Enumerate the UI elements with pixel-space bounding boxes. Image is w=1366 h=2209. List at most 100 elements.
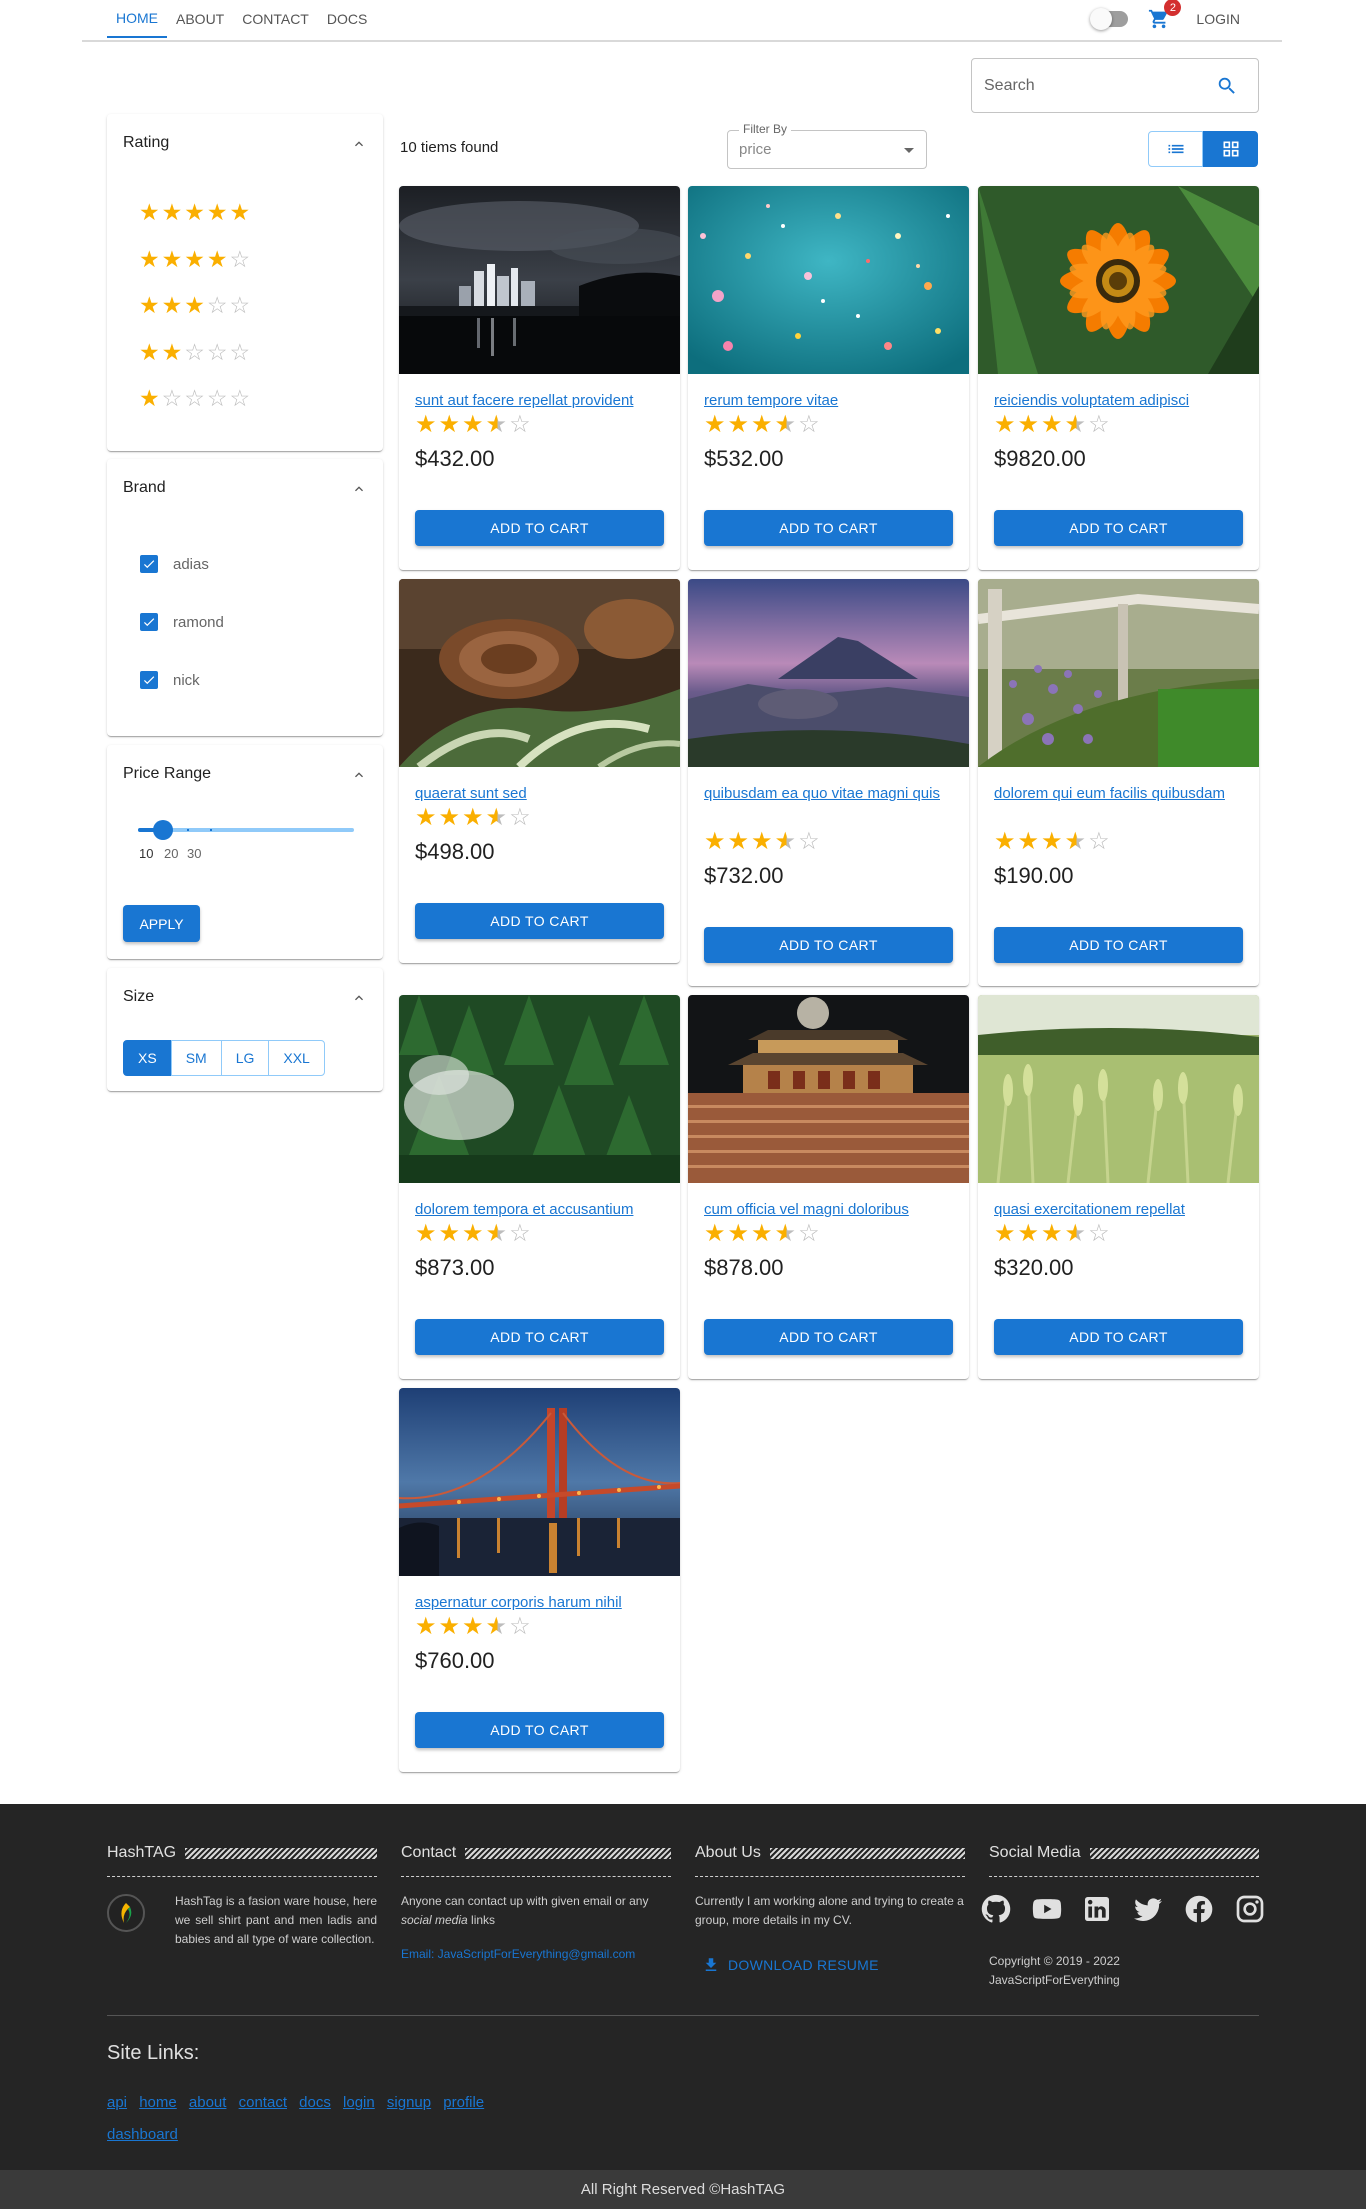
add-to-cart-button[interactable]: Add to cart bbox=[415, 1712, 664, 1748]
cart-button[interactable]: 2 bbox=[1148, 0, 1182, 31]
theme-toggle[interactable] bbox=[1090, 8, 1129, 30]
nav-home[interactable]: Home bbox=[107, 0, 167, 38]
checkbox[interactable] bbox=[140, 555, 158, 573]
site-link-docs[interactable]: docs bbox=[299, 2094, 331, 2111]
site-link-signup[interactable]: signup bbox=[387, 2094, 431, 2111]
site-link-profile[interactable]: profile bbox=[443, 2094, 484, 2111]
add-to-cart-button[interactable]: Add to cart bbox=[415, 903, 664, 939]
chevron-up-icon[interactable] bbox=[351, 990, 367, 1006]
size-option-xs[interactable]: XS bbox=[123, 1040, 172, 1076]
rating-option-2[interactable]: ★★ ☆☆☆ bbox=[139, 340, 252, 364]
add-to-cart-button[interactable]: Add to cart bbox=[415, 510, 664, 546]
brand-filter-title: Brand bbox=[123, 479, 166, 496]
product-title-link[interactable]: quaerat sunt sed bbox=[415, 782, 670, 806]
product-title-link[interactable]: quasi exercitationem repellat bbox=[994, 1198, 1249, 1222]
brand-option-adias[interactable]: adias bbox=[140, 555, 209, 573]
product-image[interactable] bbox=[399, 579, 680, 767]
product-image[interactable] bbox=[688, 186, 969, 374]
site-link-login[interactable]: login bbox=[343, 2094, 375, 2111]
chevron-up-icon[interactable] bbox=[351, 481, 367, 497]
price-range-panel: Price Range 10 20 30 Apply bbox=[107, 745, 383, 959]
add-to-cart-button[interactable]: Add to cart bbox=[415, 1319, 664, 1355]
product-title-link[interactable]: dolorem tempora et accusantium bbox=[415, 1198, 670, 1222]
twitter-icon[interactable] bbox=[1132, 1892, 1183, 1926]
product-title-link[interactable]: rerum tempore vitae bbox=[704, 389, 959, 413]
check-icon bbox=[143, 618, 155, 627]
size-option-sm[interactable]: SM bbox=[170, 1040, 222, 1076]
search-input[interactable] bbox=[984, 59, 1204, 112]
add-to-cart-button[interactable]: Add to cart bbox=[704, 510, 953, 546]
github-icon[interactable] bbox=[979, 1892, 1030, 1926]
add-to-cart-button[interactable]: Add to cart bbox=[704, 927, 953, 963]
slider-thumb[interactable] bbox=[153, 820, 173, 840]
add-to-cart-button[interactable]: Add to cart bbox=[994, 1319, 1243, 1355]
size-option-xxl[interactable]: XXL bbox=[268, 1040, 325, 1076]
contact-text-after: links bbox=[471, 1913, 496, 1927]
login-button[interactable]: Login bbox=[1188, 5, 1248, 33]
footer-email-link[interactable]: Email: JavaScriptForEverything@gmail.com bbox=[401, 1945, 635, 1964]
size-option-lg[interactable]: LG bbox=[220, 1040, 270, 1076]
product-title-link[interactable]: sunt aut facere repellat provident bbox=[415, 389, 670, 413]
size-filter-title: Size bbox=[123, 988, 155, 1005]
product-image[interactable] bbox=[688, 995, 969, 1183]
filter-by-label: Filter By bbox=[739, 122, 792, 136]
rating-option-1[interactable]: ★ ☆☆☆☆ bbox=[139, 386, 252, 410]
price-slider[interactable] bbox=[138, 820, 354, 840]
product-price: $320.00 bbox=[994, 1255, 1074, 1280]
site-link-contact[interactable]: contact bbox=[239, 2094, 287, 2111]
list-view-button[interactable] bbox=[1148, 131, 1203, 167]
instagram-icon[interactable] bbox=[1234, 1892, 1285, 1926]
hashtag-logo[interactable] bbox=[107, 1894, 145, 1932]
product-title-link[interactable]: quibusdam ea quo vitae magni quis bbox=[704, 782, 959, 806]
apply-button[interactable]: Apply bbox=[123, 905, 200, 942]
download-resume-button[interactable]: Download Resume bbox=[702, 1956, 879, 1974]
add-to-cart-button[interactable]: Add to cart bbox=[994, 927, 1243, 963]
site-link-about[interactable]: about bbox=[189, 2094, 227, 2111]
checkbox[interactable] bbox=[140, 613, 158, 631]
product-image[interactable] bbox=[978, 995, 1259, 1183]
product-image[interactable] bbox=[399, 995, 680, 1183]
product-card: quaerat sunt sed ★★★ ★ ☆ $498.00 Add to ca… bbox=[399, 579, 680, 963]
grid-icon bbox=[1223, 141, 1238, 157]
product-card: sunt aut facere repellat provident ★★★ ★ ☆… bbox=[399, 186, 680, 570]
nav-contact[interactable]: Contact bbox=[233, 0, 318, 38]
rating-option-3[interactable]: ★★★ ☆☆ bbox=[139, 293, 252, 317]
checkbox[interactable] bbox=[140, 671, 158, 689]
rating-option-5[interactable]: ★★★★★ bbox=[139, 200, 252, 224]
brand-option-nick[interactable]: nick bbox=[140, 671, 200, 689]
product-image[interactable] bbox=[978, 579, 1259, 767]
product-title-link[interactable]: cum officia vel magni doloribus bbox=[704, 1198, 959, 1222]
nav-docs[interactable]: Docs bbox=[318, 0, 376, 38]
site-link-dashboard[interactable]: dashboard bbox=[107, 2126, 178, 2143]
brand-option-ramond[interactable]: ramond bbox=[140, 613, 224, 631]
leaf-logo-icon bbox=[121, 1903, 132, 1923]
search-icon[interactable] bbox=[1216, 75, 1238, 97]
chevron-up-icon[interactable] bbox=[351, 136, 367, 152]
product-image[interactable] bbox=[399, 186, 680, 374]
footer-copyright: Copyright © 2019 - 2022 bbox=[989, 1954, 1120, 1968]
site-link-api[interactable]: api bbox=[107, 2094, 127, 2111]
add-to-cart-button[interactable]: Add to cart bbox=[994, 510, 1243, 546]
rating-option-4[interactable]: ★★★★ ☆ bbox=[139, 247, 252, 271]
youtube-icon[interactable] bbox=[1030, 1892, 1081, 1926]
product-title-link[interactable]: reiciendis voluptatem adipisci bbox=[994, 389, 1249, 413]
site-link-home[interactable]: home bbox=[139, 2094, 177, 2111]
product-image[interactable] bbox=[688, 579, 969, 767]
product-price: $432.00 bbox=[415, 446, 495, 471]
search-box bbox=[971, 58, 1259, 113]
add-to-cart-button[interactable]: Add to cart bbox=[704, 1319, 953, 1355]
nav-about[interactable]: About bbox=[167, 0, 233, 38]
product-title-link[interactable]: dolorem qui eum facilis quibusdam bbox=[994, 782, 1249, 806]
footer-contact-text: Anyone can contact up with given email o… bbox=[401, 1892, 671, 1930]
product-image[interactable] bbox=[978, 186, 1259, 374]
product-image[interactable] bbox=[399, 1388, 680, 1576]
slider-mark bbox=[210, 829, 212, 831]
facebook-icon[interactable] bbox=[1183, 1892, 1234, 1926]
filter-by-select[interactable]: Filter By price bbox=[727, 122, 927, 169]
linkedin-icon[interactable] bbox=[1081, 1892, 1132, 1926]
chevron-up-icon[interactable] bbox=[351, 767, 367, 783]
footer-dashed-line bbox=[401, 1876, 671, 1877]
product-title-link[interactable]: aspernatur corporis harum nihil bbox=[415, 1591, 670, 1615]
grid-view-button[interactable] bbox=[1203, 131, 1258, 167]
product-rating: ★★★ ★ ☆ bbox=[415, 411, 533, 438]
